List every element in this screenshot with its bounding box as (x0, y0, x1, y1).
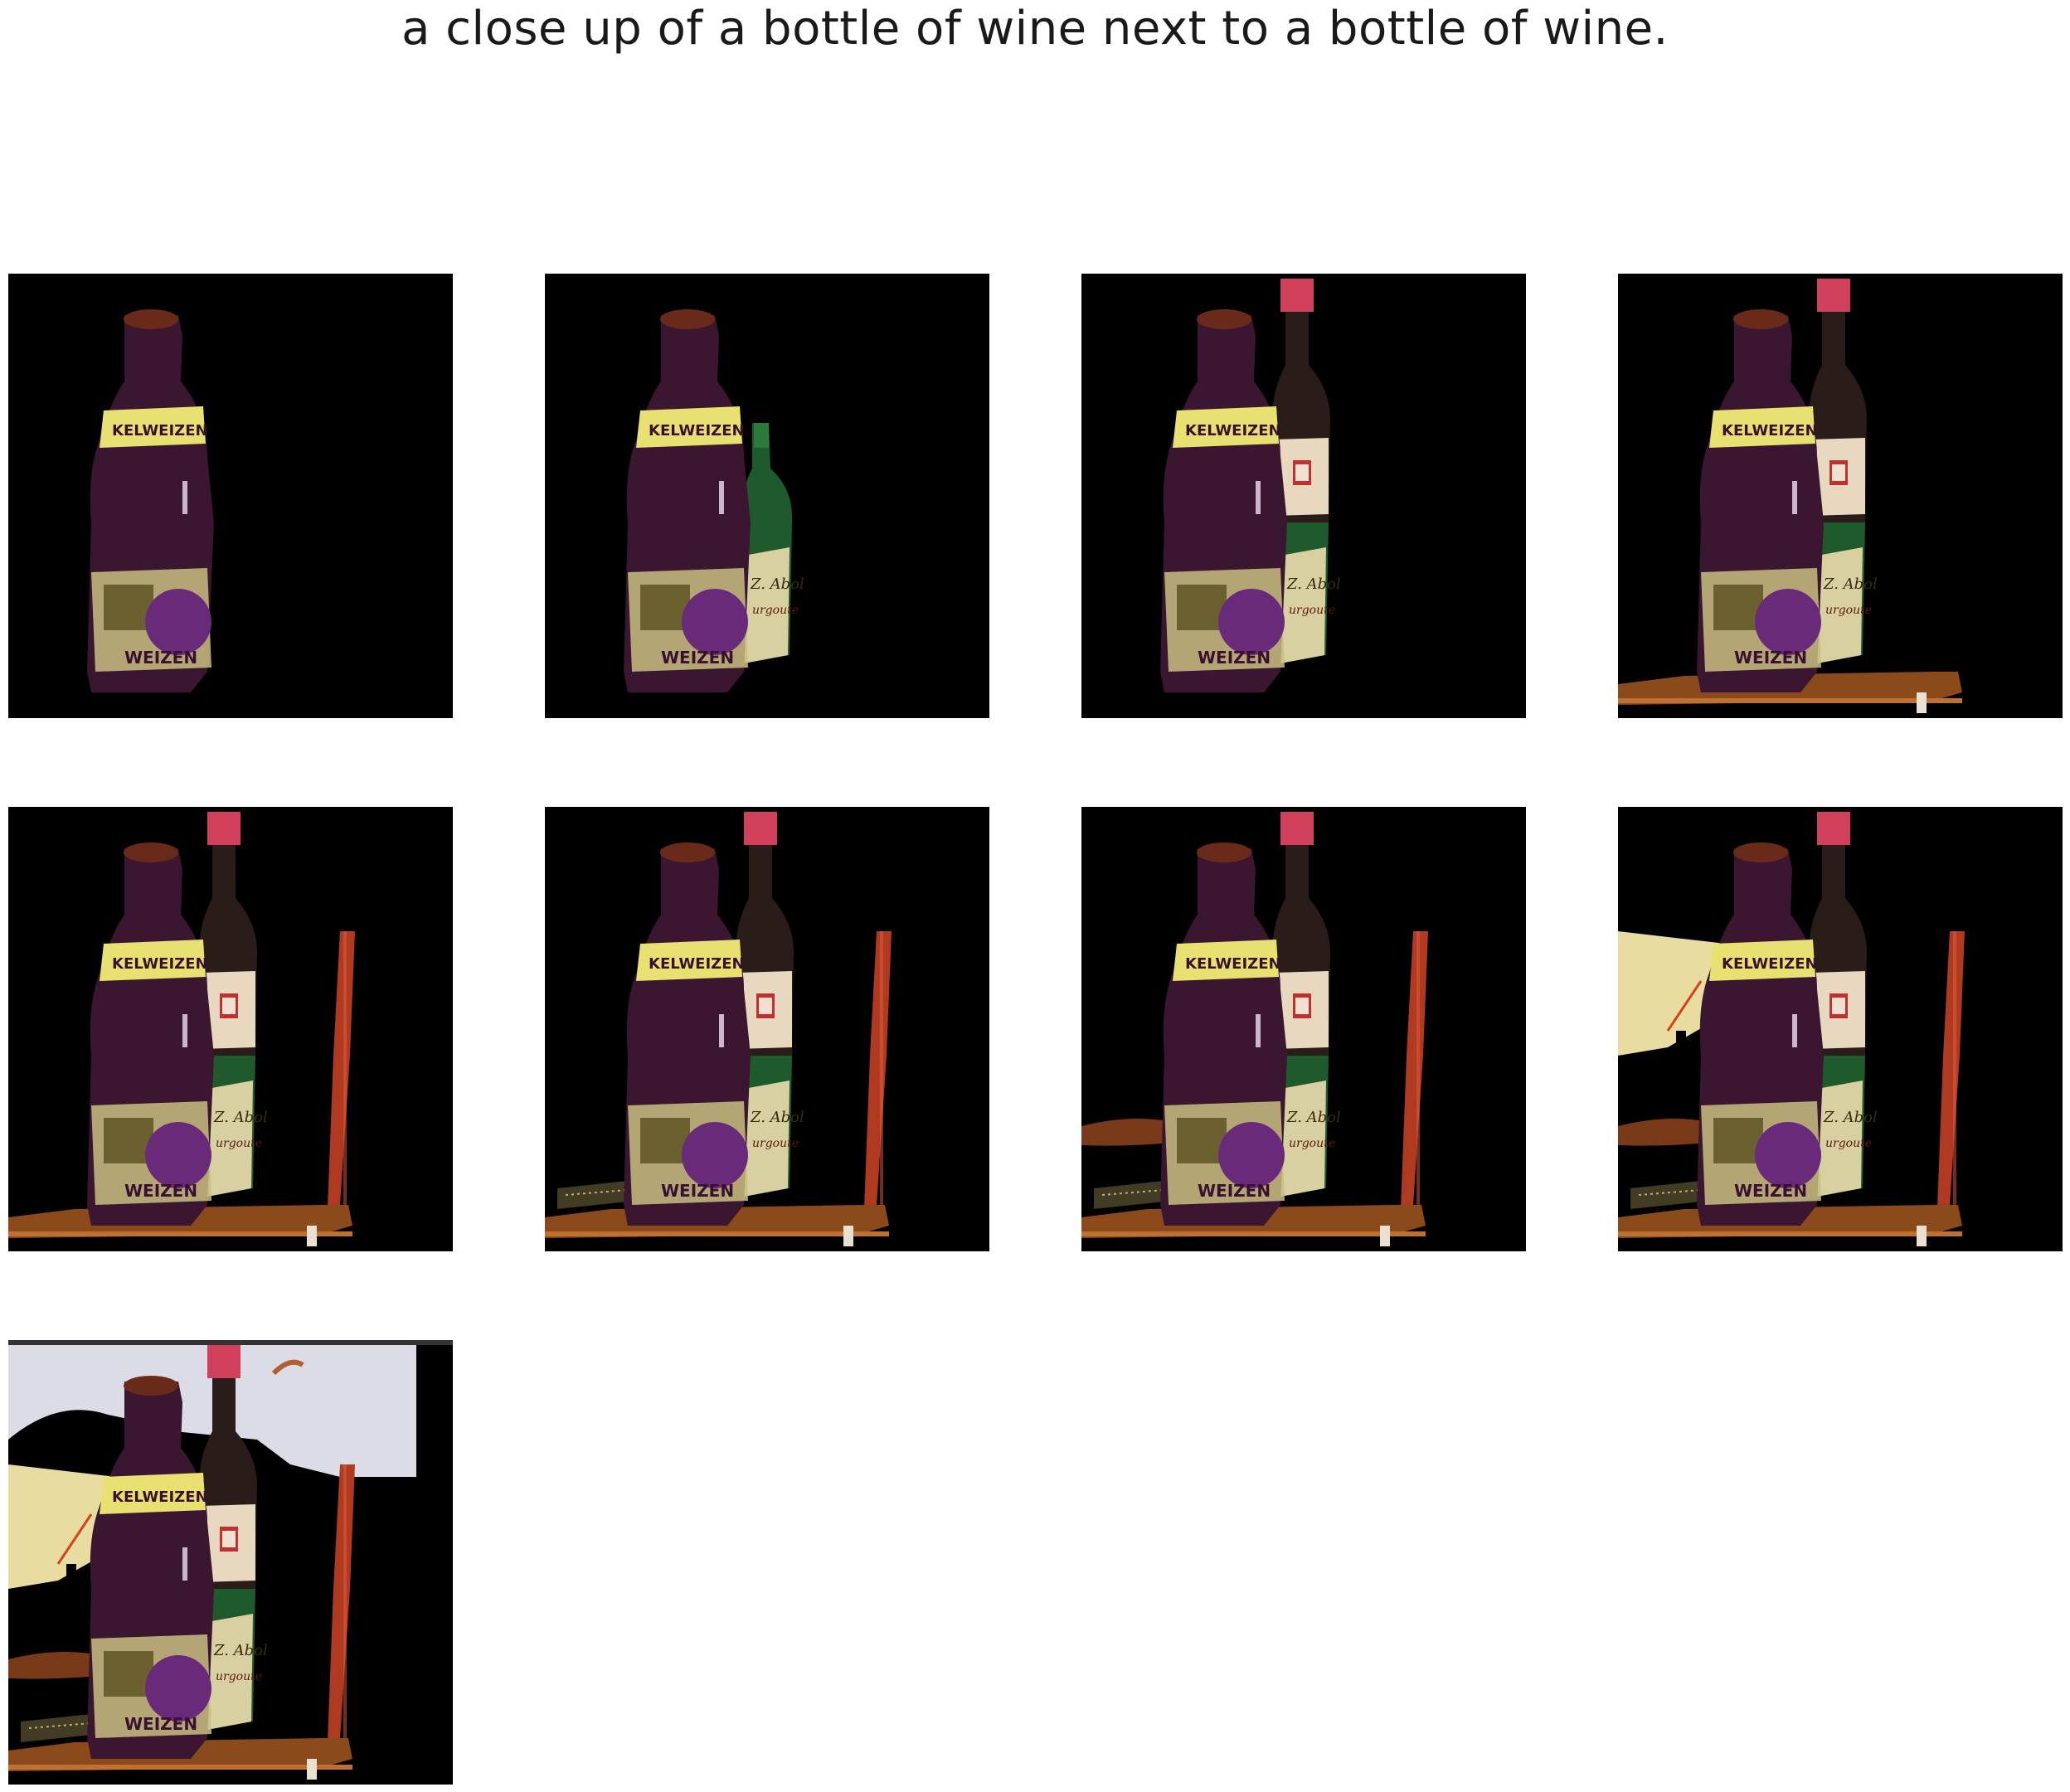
svg-text:KELWEIZEN: KELWEIZEN (1722, 422, 1818, 440)
svg-text:Z. Abol: Z. Abol (1823, 1109, 1878, 1126)
svg-text:urgoute: urgoute (216, 1670, 262, 1683)
svg-text:urgoute: urgoute (216, 1137, 262, 1150)
segment-panel-2: Z. Abol urgoute KELWEIZEN WEIZEN (545, 274, 989, 718)
svg-text:KELWEIZEN: KELWEIZEN (1185, 422, 1281, 440)
svg-text:urgoute: urgoute (1825, 1137, 1872, 1150)
svg-text:Z. Abol: Z. Abol (1823, 575, 1878, 593)
svg-text:WEIZEN: WEIZEN (124, 1181, 197, 1201)
segment-panel-3: Z. Abol urgoute KELWEIZEN WEIZEN (1081, 274, 1526, 718)
svg-text:KELWEIZEN: KELWEIZEN (649, 422, 745, 440)
segment-image: Z. Abol urgoute KELWEIZEN WEIZEN (1618, 274, 2063, 718)
segment-panel-9: Z. Abol urgoute KELWEIZEN WEIZEN (8, 1340, 453, 1785)
svg-text:Z. Abol: Z. Abol (1286, 1109, 1341, 1126)
svg-text:WEIZEN: WEIZEN (124, 648, 197, 668)
svg-text:WEIZEN: WEIZEN (1198, 648, 1271, 668)
segment-panel-4: Z. Abol urgoute KELWEIZEN WEIZEN (1618, 274, 2063, 718)
svg-text:urgoute: urgoute (752, 1137, 799, 1150)
segment-image: Z. Abol urgoute KELWEIZEN WEIZEN (8, 807, 453, 1251)
segment-panel-1: KELWEIZEN WEIZEN (8, 274, 453, 718)
svg-text:KELWEIZEN: KELWEIZEN (1722, 955, 1818, 973)
svg-text:WEIZEN: WEIZEN (1734, 648, 1807, 668)
segment-image: Z. Abol urgoute KELWEIZEN WEIZEN (1618, 807, 2063, 1251)
svg-text:KELWEIZEN: KELWEIZEN (649, 955, 745, 973)
svg-text:Z. Abol: Z. Abol (750, 575, 804, 593)
svg-text:KELWEIZEN: KELWEIZEN (112, 955, 208, 973)
svg-text:Z. Abol: Z. Abol (750, 1109, 804, 1126)
svg-text:Z. Abol: Z. Abol (213, 1109, 268, 1126)
svg-text:urgoute: urgoute (1289, 1137, 1335, 1150)
segment-image: Z. Abol urgoute KELWEIZEN WEIZEN (1081, 274, 1526, 718)
svg-text:Z. Abol: Z. Abol (213, 1642, 268, 1659)
segment-panel-7: Z. Abol urgoute KELWEIZEN WEIZEN (1081, 807, 1526, 1251)
segment-panel-5: Z. Abol urgoute KELWEIZEN WEIZEN (8, 807, 453, 1251)
svg-text:WEIZEN: WEIZEN (661, 1181, 734, 1201)
svg-text:WEIZEN: WEIZEN (661, 648, 734, 668)
segment-image: Z. Abol urgoute KELWEIZEN WEIZEN (545, 807, 989, 1251)
segment-image: Z. Abol urgoute KELWEIZEN WEIZEN (545, 274, 989, 718)
svg-text:WEIZEN: WEIZEN (124, 1714, 197, 1734)
segment-panel-8: Z. Abol urgoute KELWEIZEN WEIZEN (1618, 807, 2063, 1251)
svg-text:KELWEIZEN: KELWEIZEN (1185, 955, 1281, 973)
svg-text:WEIZEN: WEIZEN (1198, 1181, 1271, 1201)
svg-text:urgoute: urgoute (1289, 604, 1335, 617)
segment-image: Z. Abol urgoute KELWEIZEN WEIZEN (1081, 807, 1526, 1251)
svg-text:KELWEIZEN: KELWEIZEN (112, 422, 208, 440)
segment-image: KELWEIZEN WEIZEN (8, 274, 453, 718)
svg-text:KELWEIZEN: KELWEIZEN (112, 1488, 208, 1506)
segment-panel-6: Z. Abol urgoute KELWEIZEN WEIZEN (545, 807, 989, 1251)
svg-text:Z. Abol: Z. Abol (1286, 575, 1341, 593)
svg-text:urgoute: urgoute (752, 604, 799, 617)
svg-text:WEIZEN: WEIZEN (1734, 1181, 1807, 1201)
figure-caption: a close up of a bottle of wine next to a… (401, 2, 1669, 56)
segment-image: Z. Abol urgoute KELWEIZEN WEIZEN (8, 1340, 453, 1785)
svg-text:urgoute: urgoute (1825, 604, 1872, 617)
